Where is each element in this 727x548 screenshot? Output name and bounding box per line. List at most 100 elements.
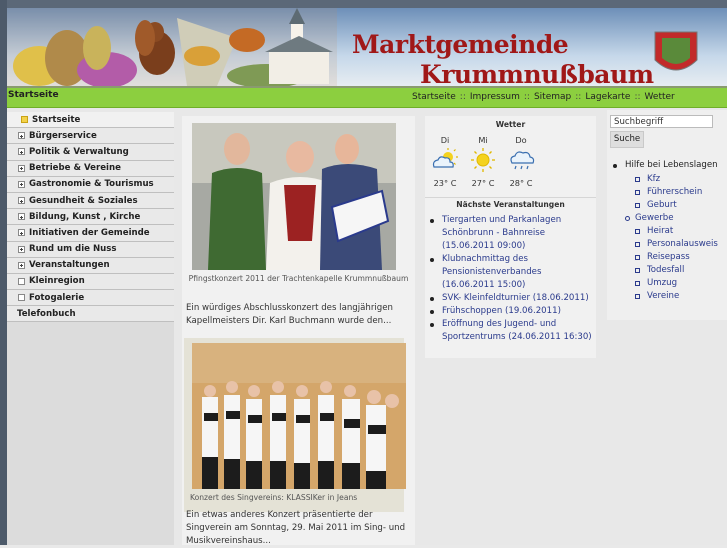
sidebar-item-label: Politik & Verwaltung bbox=[29, 146, 129, 157]
window-top-bar bbox=[0, 0, 727, 8]
sidebar-item-label: Bildung, Kunst , Kirche bbox=[29, 211, 141, 222]
list-item-label: Vereine bbox=[647, 291, 680, 301]
sun-cloud-icon bbox=[432, 148, 458, 168]
sidebar-item-label: Gesundheit & Soziales bbox=[29, 195, 138, 206]
list-item[interactable]: Führerschein bbox=[635, 187, 702, 197]
square-icon bbox=[21, 116, 28, 124]
news-photo-image bbox=[192, 123, 396, 270]
sidebar-item-label: Fotogalerie bbox=[29, 292, 85, 303]
weather-temp: 23° C bbox=[433, 178, 457, 188]
plus-icon[interactable] bbox=[18, 148, 25, 156]
list-item-label: Kfz bbox=[647, 174, 661, 184]
list-item-label: Personalausweis bbox=[647, 239, 718, 249]
news-caption: Konzert des Singvereins: KLASSIKer in Je… bbox=[190, 493, 358, 502]
topnav-sitemap[interactable]: Sitemap bbox=[534, 92, 571, 102]
topnav-lagekarte[interactable]: Lagekarte bbox=[585, 92, 630, 102]
topnav-impressum[interactable]: Impressum bbox=[470, 92, 520, 102]
sidebar-item-politik-verwaltung[interactable]: Politik & Verwaltung bbox=[7, 144, 174, 161]
sidebar-item-buergerservice[interactable]: Bürgerservice bbox=[7, 128, 174, 145]
list-item[interactable]: Frühschoppen (19.06.2011) bbox=[430, 305, 594, 318]
list-item-label: Umzug bbox=[647, 278, 678, 288]
events-title: Nächste Veranstaltungen bbox=[456, 200, 565, 209]
right-sidebar: Suche Hilfe bei Lebenslagen Kfz Führersc… bbox=[607, 110, 727, 320]
sidebar-item-telefonbuch[interactable]: Telefonbuch bbox=[7, 306, 174, 323]
sidebar-item-fotogalerie[interactable]: Fotogalerie bbox=[7, 290, 174, 307]
sidebar-item-label: Telefonbuch bbox=[17, 308, 76, 319]
news-photo-singverein[interactable] bbox=[192, 343, 406, 489]
sidebar-item-rund-um-die-nuss[interactable]: Rund um die Nuss bbox=[7, 241, 174, 258]
plus-icon[interactable] bbox=[18, 245, 25, 253]
search-input[interactable] bbox=[610, 115, 713, 128]
square-icon bbox=[18, 294, 25, 302]
topnav-separator: :: bbox=[459, 92, 466, 102]
list-item-label: Todesfall bbox=[647, 265, 685, 275]
list-item-label: Hilfe bei Lebenslagen bbox=[625, 160, 718, 170]
list-item-label: Geburt bbox=[647, 200, 677, 210]
weather-temp: 27° C bbox=[471, 178, 495, 188]
list-item[interactable]: Geburt bbox=[635, 200, 677, 210]
sidebar-item-label: Veranstaltungen bbox=[29, 260, 110, 271]
news-caption: Pfingstkonzert 2011 der Trachtenkapelle … bbox=[188, 274, 409, 283]
topnav-separator: :: bbox=[575, 92, 582, 102]
list-item[interactable]: Hilfe bei Lebenslagen bbox=[613, 160, 718, 170]
top-nav-links: Startseite:: Impressum:: Sitemap:: Lagekart… bbox=[412, 92, 675, 102]
topnav-wetter[interactable]: Wetter bbox=[645, 92, 675, 102]
news-teaser[interactable]: Ein würdiges Abschlusskonzert des langjä… bbox=[186, 302, 412, 328]
list-item[interactable]: Personalausweis bbox=[635, 239, 718, 249]
list-item[interactable]: Gewerbe bbox=[625, 213, 674, 223]
sidebar-navigation: Startseite Bürgerservice Politik & Verwa… bbox=[7, 112, 174, 545]
topnav-separator: :: bbox=[523, 92, 530, 102]
sidebar-item-initiativen[interactable]: Initiativen der Gemeinde bbox=[7, 225, 174, 242]
sidebar-item-gesundheit-soziales[interactable]: Gesundheit & Soziales bbox=[7, 192, 174, 210]
weather-day: Mi bbox=[478, 135, 488, 145]
news-photo-pfingstkonzert[interactable] bbox=[192, 123, 396, 270]
list-item[interactable]: Tiergarten und Parkanlagen Schönbrunn - … bbox=[430, 214, 594, 253]
list-item[interactable]: Klubnachmittag des Pensionistenverbandes… bbox=[430, 253, 594, 292]
plus-icon[interactable] bbox=[18, 261, 25, 269]
plus-icon[interactable] bbox=[18, 229, 25, 237]
sidebar-item-label: Rund um die Nuss bbox=[29, 244, 117, 255]
sidebar-item-label: Betriebe & Vereine bbox=[29, 163, 121, 174]
weather-day: Di bbox=[440, 135, 450, 145]
sidebar-item-label: Kleinregion bbox=[29, 276, 85, 287]
plus-icon[interactable] bbox=[18, 180, 25, 188]
plus-icon[interactable] bbox=[18, 164, 25, 172]
site-title-line1: Marktgemeinde bbox=[352, 30, 569, 59]
weather-widget: Wetter Di Mi Do 23° C 27° C 28° C Nächst… bbox=[425, 116, 596, 358]
sidebar-item-kleinregion[interactable]: Kleinregion bbox=[7, 273, 174, 291]
window-left-edge bbox=[0, 0, 7, 545]
sidebar-item-label: Gastronomie & Tourismus bbox=[29, 179, 154, 190]
topnav-startseite[interactable]: Startseite bbox=[412, 92, 456, 102]
list-item[interactable]: SVK- Kleinfeldturnier (18.06.2011) bbox=[430, 292, 594, 305]
list-item[interactable]: Kfz bbox=[635, 174, 660, 184]
news-photo-image bbox=[192, 343, 406, 489]
search-button[interactable]: Suche bbox=[610, 131, 644, 148]
site-title-line2: Krummnußbaum bbox=[420, 60, 654, 88]
list-item-label: Heirat bbox=[647, 226, 674, 236]
news-teaser[interactable]: Ein etwas anderes Konzert präsentierte d… bbox=[186, 509, 412, 548]
sidebar-item-betriebe-vereine[interactable]: Betriebe & Vereine bbox=[7, 160, 174, 177]
sidebar-item-startseite[interactable]: Startseite bbox=[7, 112, 174, 129]
list-item[interactable]: Umzug bbox=[635, 278, 677, 288]
sidebar-item-gastronomie-tourismus[interactable]: Gastronomie & Tourismus bbox=[7, 176, 174, 193]
plus-icon[interactable] bbox=[18, 197, 25, 205]
plus-icon[interactable] bbox=[18, 132, 25, 140]
topnav-separator: :: bbox=[634, 92, 641, 102]
weather-title[interactable]: Wetter bbox=[425, 120, 596, 129]
plus-icon[interactable] bbox=[18, 213, 25, 221]
sidebar-item-veranstaltungen[interactable]: Veranstaltungen bbox=[7, 257, 174, 274]
breadcrumb-home[interactable]: Startseite bbox=[8, 90, 59, 100]
square-icon bbox=[18, 277, 25, 285]
list-item[interactable]: Heirat bbox=[635, 226, 673, 236]
sun-icon bbox=[471, 148, 495, 172]
news-column: Pfingstkonzert 2011 der Trachtenkapelle … bbox=[182, 116, 415, 548]
header-banner: Marktgemeinde Krummnußbaum bbox=[7, 8, 727, 88]
list-item[interactable]: Vereine bbox=[635, 291, 679, 301]
sidebar-item-label: Initiativen der Gemeinde bbox=[29, 227, 150, 238]
list-item[interactable]: Reisepass bbox=[635, 252, 690, 262]
list-item[interactable]: Eröffnung des Jugend- und Sportzentrums … bbox=[430, 318, 594, 344]
sidebar-item-label: Bürgerservice bbox=[29, 130, 97, 141]
list-item[interactable]: Todesfall bbox=[635, 265, 684, 275]
list-item-label: Führerschein bbox=[647, 187, 703, 197]
sidebar-item-bildung-kunst-kirche[interactable]: Bildung, Kunst , Kirche bbox=[7, 209, 174, 226]
